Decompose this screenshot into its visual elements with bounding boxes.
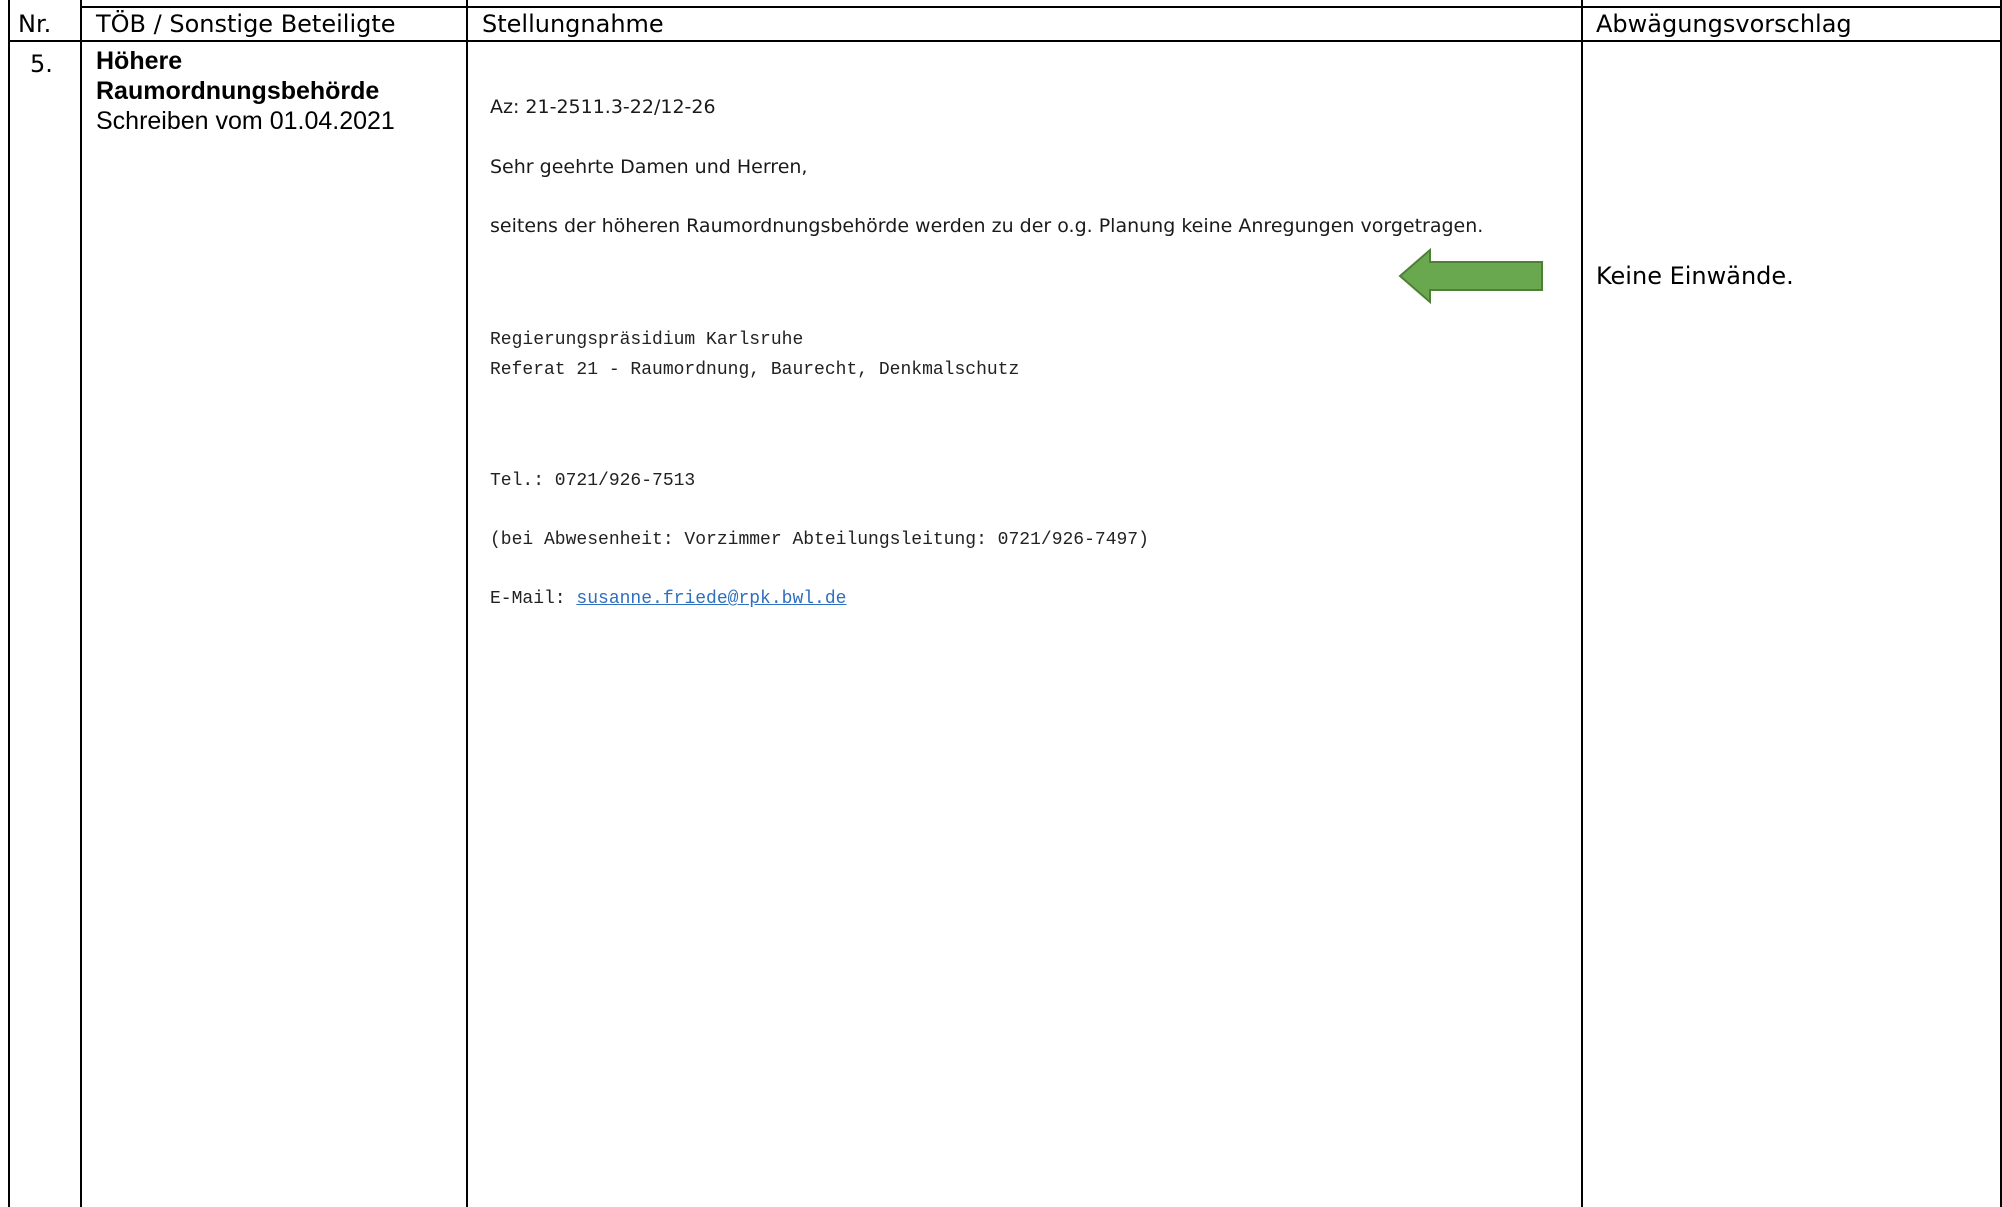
header-toeb: TÖB / Sonstige Beteiligte (96, 10, 396, 38)
toeb-name: Höhere Raumordnungsbehörde (96, 47, 380, 105)
letter-email-line: E-Mail: susanne.friede@rpk.bwl.de (490, 589, 846, 609)
header-abwaegungsvorschlag: Abwägungsvorschlag (1596, 10, 1852, 38)
table-top-border (80, 6, 2002, 8)
left-arrow-icon (1398, 247, 1548, 305)
header-stellungnahme: Stellungnahme (482, 10, 664, 38)
letter-absence-contact: (bei Abwesenheit: Vorzimmer Abteilungsle… (490, 530, 1149, 550)
abwaegung-text: Keine Einwände. (1596, 262, 1794, 290)
column-divider-nr (80, 0, 82, 1207)
column-divider-toeb (466, 0, 468, 1207)
letter-reference: Az: 21-2511.3-22/12-26 (490, 96, 716, 118)
header-bottom-border (8, 40, 2002, 42)
toeb-letter-date: Schreiben vom 01.04.2021 (96, 107, 395, 135)
letter-body: seitens der höheren Raumordnungsbehörde … (490, 215, 1484, 237)
email-link[interactable]: susanne.friede@rpk.bwl.de (576, 589, 846, 609)
table-left-border (8, 0, 10, 1207)
letter-salutation: Sehr geehrte Damen und Herren, (490, 156, 808, 178)
header-nr: Nr. (18, 10, 52, 38)
stellungnahme-table: Nr. TÖB / Sonstige Beteiligte Stellungna… (8, 0, 2002, 1207)
email-label: E-Mail: (490, 589, 577, 609)
row-number: 5. (30, 50, 53, 78)
letter-org-line-2: Referat 21 - Raumordnung, Baurecht, Denk… (490, 360, 1020, 380)
letter-org-line-1: Regierungspräsidium Karlsruhe (490, 330, 804, 350)
column-divider-stellungnahme (1581, 0, 1583, 1207)
letter-telephone: Tel.: 0721/926-7513 (490, 471, 696, 491)
